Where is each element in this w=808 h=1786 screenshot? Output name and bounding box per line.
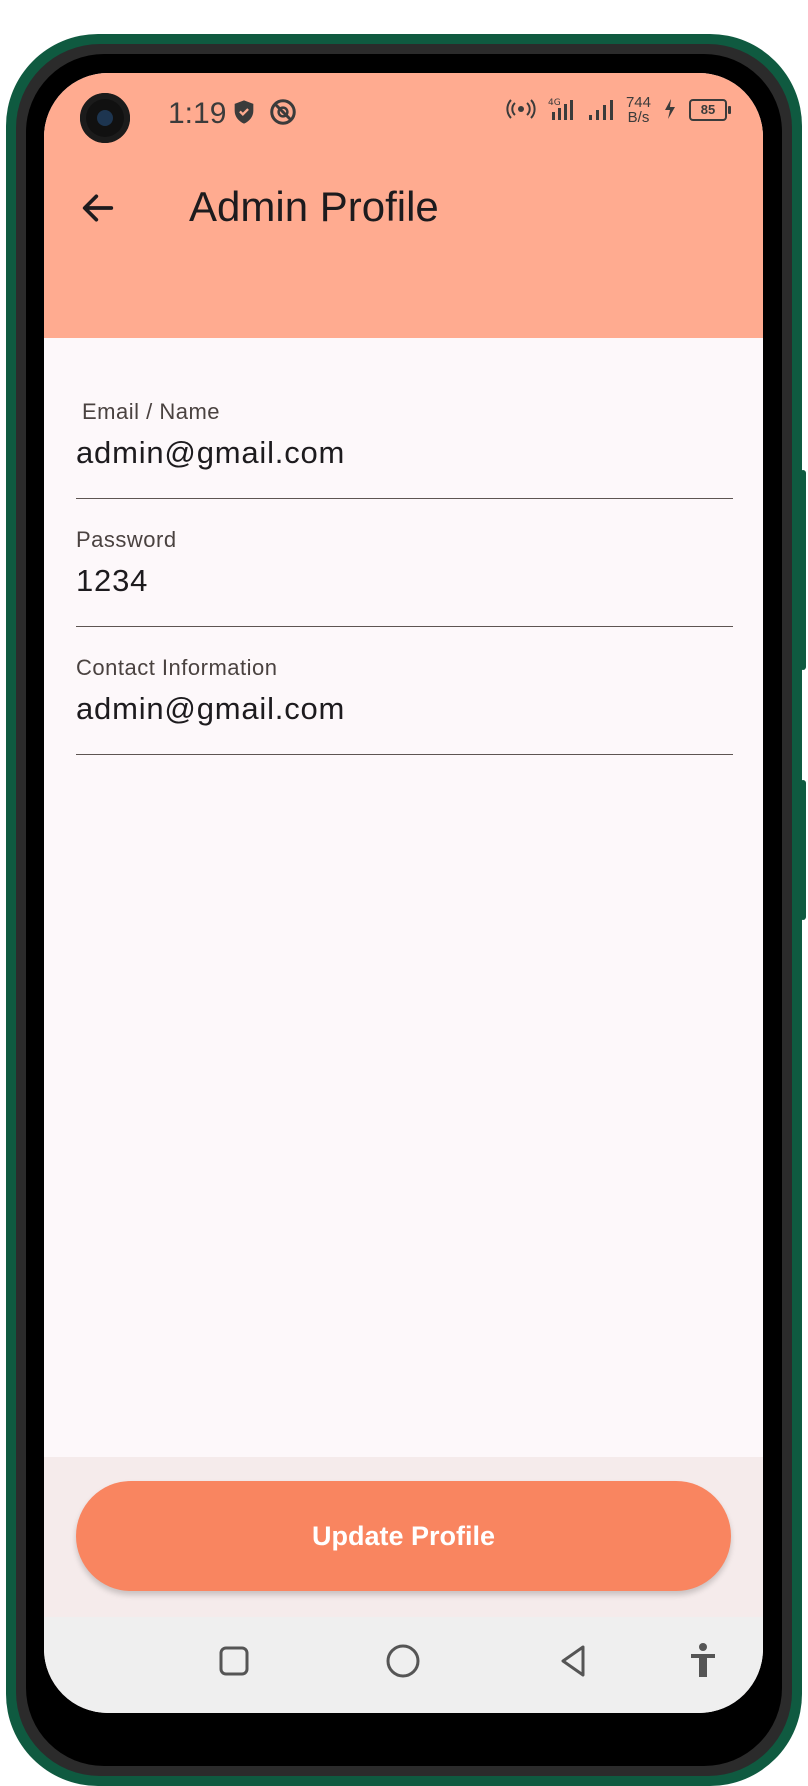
triangle-back-icon — [561, 1645, 585, 1677]
email-name-input[interactable] — [76, 435, 733, 471]
email-name-field: Email / Name — [76, 399, 733, 499]
status-time: 1:19 — [168, 97, 227, 130]
update-profile-button[interactable]: Update Profile — [76, 1481, 731, 1591]
home-button[interactable] — [381, 1639, 425, 1683]
accessibility-icon — [691, 1643, 715, 1677]
password-label: Password — [76, 527, 177, 552]
network-speed-unit: B/s — [627, 109, 650, 126]
contact-info-label: Contact Information — [76, 655, 278, 680]
no-disturb-icon — [268, 97, 298, 132]
circle-icon — [386, 1644, 420, 1678]
shield-icon — [230, 98, 258, 131]
phone-side-button — [800, 780, 806, 920]
app-header: 1:19 4G 744 B/s 85 Admin Profile — [44, 73, 763, 338]
arrow-left-icon — [82, 194, 114, 222]
bottom-action-bar: Update Profile — [44, 1457, 763, 1617]
back-button[interactable] — [78, 188, 118, 228]
phone-side-button — [800, 470, 806, 670]
accessibility-button[interactable] — [681, 1639, 725, 1683]
system-navigation-bar — [44, 1617, 763, 1713]
back-nav-button[interactable] — [552, 1639, 596, 1683]
front-camera — [80, 93, 130, 143]
hotspot-icon — [506, 98, 536, 123]
password-field: Password — [76, 527, 733, 627]
network-speed: 744 B/s — [626, 95, 651, 125]
app-screen: 1:19 4G 744 B/s 85 Admin Profile Email /… — [44, 73, 763, 1713]
charging-icon — [663, 98, 677, 123]
signal-bars-icon — [588, 97, 614, 124]
email-name-label: Email / Name — [82, 399, 221, 424]
square-icon — [219, 1646, 249, 1676]
contact-info-input[interactable] — [76, 691, 733, 727]
battery-indicator: 85 — [689, 99, 731, 121]
page-title: Admin Profile — [189, 183, 439, 230]
contact-info-field: Contact Information — [76, 655, 733, 755]
signal-4g-icon: 4G — [548, 96, 576, 125]
recent-apps-button[interactable] — [212, 1639, 256, 1683]
svg-text:4G: 4G — [548, 98, 561, 108]
password-input[interactable] — [76, 563, 733, 599]
network-speed-value: 744 — [625, 94, 651, 111]
